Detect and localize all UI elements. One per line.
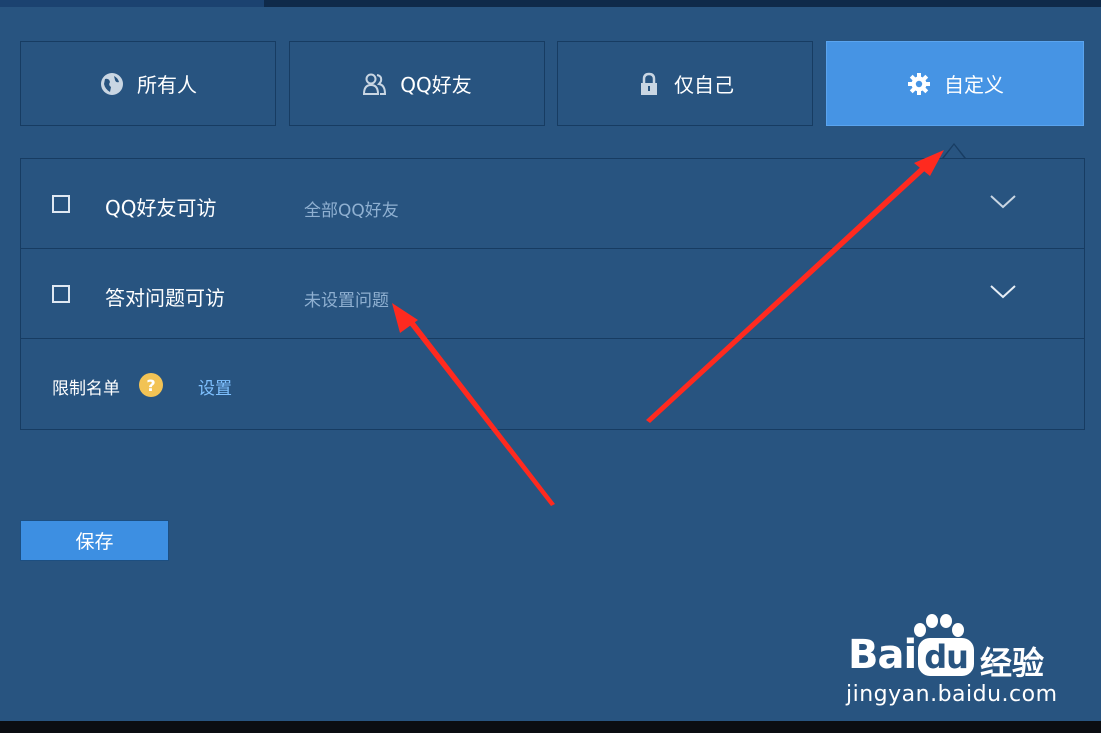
active-tab-pointer-fill	[944, 145, 964, 158]
tab-custom[interactable]: 自定义	[826, 41, 1084, 126]
chevron-down-icon[interactable]	[989, 193, 1017, 211]
tab-qq-friends-label: QQ好友	[400, 73, 472, 97]
restriction-list-row: 限制名单 ? 设置	[21, 339, 1084, 429]
top-bar	[0, 0, 1101, 7]
tab-only-me-label: 仅自己	[674, 73, 734, 97]
watermark-logo: Bai du	[848, 632, 976, 678]
qq-friends-option-label: QQ好友可访	[105, 196, 217, 220]
chevron-down-icon[interactable]	[989, 283, 1017, 301]
restriction-list-settings-link[interactable]: 设置	[198, 374, 232, 399]
answer-question-option-label: 答对问题可访	[105, 286, 225, 310]
friends-icon	[362, 71, 388, 97]
qq-friends-option-value: 全部QQ好友	[304, 201, 399, 221]
tab-everyone-label: 所有人	[137, 73, 197, 97]
custom-settings-panel: QQ好友可访 全部QQ好友 答对问题可访 未设置问题 限制名单 ? 设置	[20, 158, 1085, 430]
tab-custom-label: 自定义	[944, 73, 1004, 97]
tab-everyone[interactable]: 所有人	[20, 41, 276, 126]
tab-only-me[interactable]: 仅自己	[557, 41, 813, 126]
answer-question-option-value: 未设置问题	[304, 291, 389, 311]
baidu-jingyan-watermark: Bai du 经验 jingyan.baidu.com	[840, 612, 1060, 712]
gear-icon	[906, 71, 932, 97]
help-icon[interactable]: ?	[139, 373, 163, 397]
watermark-logo-du: du	[918, 638, 974, 676]
watermark-url: jingyan.baidu.com	[846, 682, 1058, 707]
answer-question-checkbox[interactable]	[52, 285, 70, 303]
lock-icon	[636, 71, 662, 97]
globe-icon	[99, 71, 125, 97]
visibility-tabs: 所有人 QQ好友 仅自己 自定义	[20, 41, 1085, 128]
option-row-answer-question[interactable]: 答对问题可访 未设置问题	[21, 249, 1084, 339]
tab-qq-friends[interactable]: QQ好友	[289, 41, 545, 126]
top-bar-segment	[0, 0, 264, 7]
watermark-logo-bai: Bai	[848, 632, 917, 678]
bottom-bar	[0, 721, 1101, 733]
save-button[interactable]: 保存	[20, 520, 169, 561]
qq-friends-checkbox[interactable]	[52, 195, 70, 213]
watermark-jingyan-text: 经验	[980, 644, 1045, 682]
option-row-qq-friends[interactable]: QQ好友可访 全部QQ好友	[21, 159, 1084, 249]
restriction-list-label: 限制名单	[52, 379, 120, 399]
